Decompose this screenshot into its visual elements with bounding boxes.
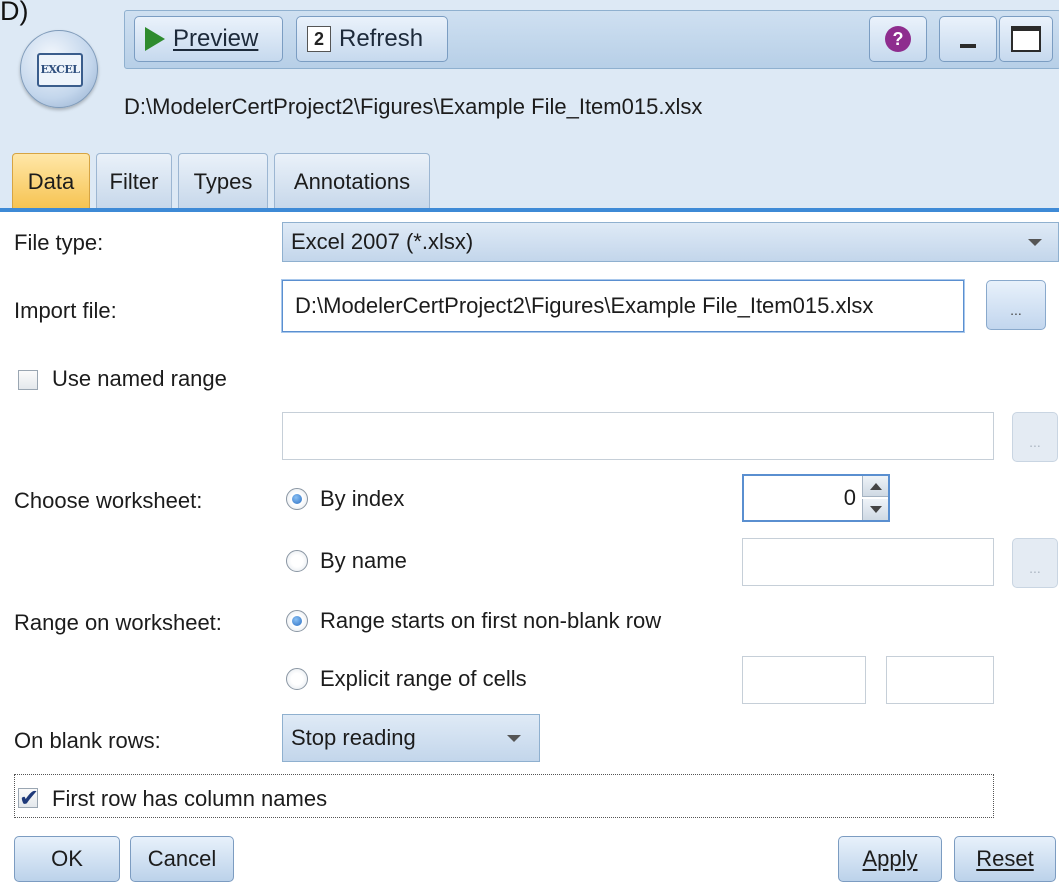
first-row-names-label: First row has column names: [52, 786, 328, 811]
worksheet-name-input[interactable]: [742, 538, 994, 586]
stepper-down-icon[interactable]: [862, 499, 888, 520]
help-button[interactable]: ?: [869, 16, 927, 62]
corner-label: D): [0, 0, 29, 26]
import-file-input[interactable]: D:\ModelerCertProject2\Figures\Example F…: [282, 280, 964, 332]
chevron-down-icon: [507, 735, 521, 742]
reset-button[interactable]: Reset: [954, 836, 1056, 882]
preview-button[interactable]: Preview: [134, 16, 283, 62]
minimize-button[interactable]: [939, 16, 997, 62]
explicit-range-radio[interactable]: [286, 668, 308, 690]
range-end-input[interactable]: [886, 656, 994, 704]
worksheet-name-browse-button[interactable]: ...: [1012, 538, 1058, 588]
file-type-select[interactable]: Excel 2007 (*.xlsx): [282, 222, 1059, 262]
file-type-value: Excel 2007 (*.xlsx): [291, 229, 474, 254]
range-first-nonblank-label: Range starts on first non-blank row: [320, 608, 662, 633]
worksheet-index-stepper[interactable]: 0: [742, 474, 890, 522]
ok-button[interactable]: OK: [14, 836, 120, 882]
node-file-path: D:\ModelerCertProject2\Figures\Example F…: [124, 94, 703, 119]
range-start-input[interactable]: [742, 656, 866, 704]
on-blank-rows-select[interactable]: Stop reading: [282, 714, 540, 762]
apply-label: Apply: [862, 846, 918, 871]
tab-filter[interactable]: Filter: [96, 153, 172, 210]
refresh-label: Refresh: [339, 25, 424, 52]
by-index-radio[interactable]: [286, 488, 308, 510]
chevron-down-icon: [1028, 239, 1042, 246]
tab-data[interactable]: Data: [12, 153, 90, 210]
tab-types[interactable]: Types: [178, 153, 268, 210]
apply-button[interactable]: Apply: [838, 836, 942, 882]
stepper-up-icon[interactable]: [862, 476, 888, 497]
play-icon: [145, 27, 165, 51]
reset-label: Reset: [976, 846, 1034, 871]
preview-label: Preview: [173, 25, 259, 52]
named-range-browse-button[interactable]: ...: [1012, 412, 1058, 462]
file-type-label: File type:: [14, 230, 104, 255]
range-first-nonblank-radio[interactable]: [286, 610, 308, 632]
by-name-label: By name: [320, 548, 407, 573]
tab-annotations[interactable]: Annotations: [274, 153, 430, 210]
range-on-worksheet-label: Range on worksheet:: [14, 610, 222, 635]
tab-divider: [0, 208, 1059, 212]
refresh-button[interactable]: 2 Refresh: [296, 16, 448, 62]
excel-badge: EXCEL: [37, 53, 83, 87]
explicit-range-label: Explicit range of cells: [320, 666, 527, 691]
refresh-icon: 2: [307, 26, 331, 52]
choose-worksheet-label: Choose worksheet:: [14, 488, 203, 513]
by-name-radio[interactable]: [286, 550, 308, 572]
minimize-icon: [960, 44, 976, 48]
maximize-icon: [1011, 26, 1041, 52]
excel-node-icon: EXCEL: [20, 30, 98, 108]
by-index-label: By index: [320, 486, 405, 511]
maximize-button[interactable]: [999, 16, 1053, 62]
cancel-button[interactable]: Cancel: [130, 836, 234, 882]
on-blank-rows-label: On blank rows:: [14, 728, 161, 753]
first-row-names-checkbox[interactable]: ✔: [18, 787, 39, 811]
import-file-label: Import file:: [14, 298, 117, 323]
help-icon: ?: [885, 26, 911, 52]
worksheet-index-value: 0: [843, 485, 856, 510]
browse-file-button[interactable]: ...: [986, 280, 1046, 330]
named-range-input[interactable]: [282, 412, 994, 460]
use-named-range-label: Use named range: [52, 366, 227, 391]
use-named-range-checkbox[interactable]: [18, 370, 38, 390]
checkmark-icon: ✔: [19, 785, 40, 812]
on-blank-rows-value: Stop reading: [291, 725, 416, 750]
